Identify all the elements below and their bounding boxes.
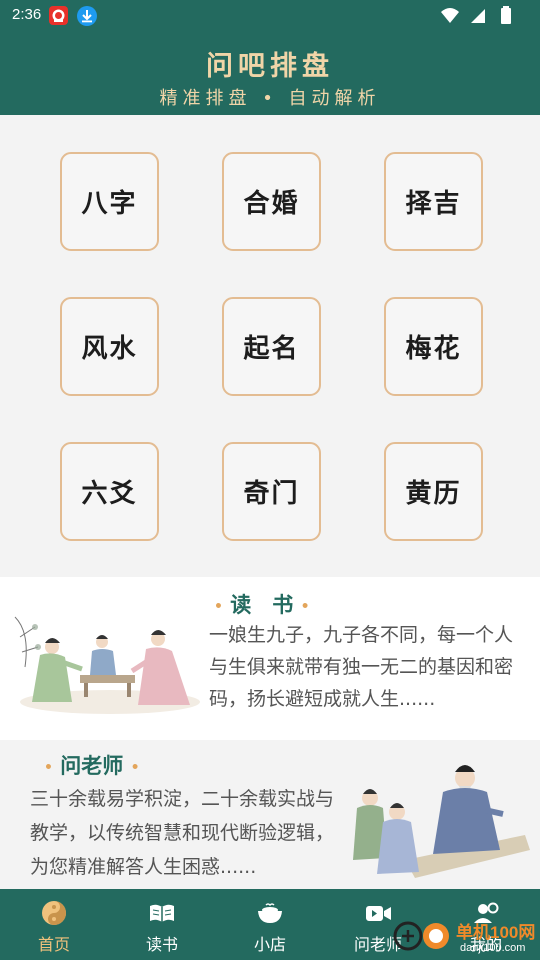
tile-label: 风水 [81,334,138,364]
yin-yang-icon [42,901,66,925]
tile-label: 六爻 [81,479,138,509]
read-description: 一娘生九子，九子各不同，每一个人与生俱来就带有独一无二的基因和密码，扬长避短成就… [209,624,514,710]
status-bar: 2:36 [0,0,540,32]
app-header: 问吧排盘 精准排盘 • 自动解析 [0,32,540,115]
battery-icon [501,6,511,24]
tile-label: 起名 [243,334,300,364]
video-camera-icon [366,906,391,921]
nav-label: 首页 [37,935,70,954]
download-icon [77,6,97,26]
watermark-logo-icon [393,921,449,951]
tile-huangli[interactable]: 黄历 [384,442,483,541]
read-heading: • 读 书 • [214,592,310,617]
signal-icon [470,9,485,23]
nav-read[interactable]: 读书 [108,889,216,960]
read-heading-text: 读 书 [230,592,294,617]
tile-label: 合婚 [243,189,300,219]
watermark-sub: danji100.com [460,942,526,954]
bowl-icon [258,903,282,923]
watermark-text: 单机100网 [456,923,536,942]
tile-label: 八字 [81,189,138,219]
tile-qimen[interactable]: 奇门 [222,442,321,541]
teacher-illustration [353,765,530,878]
scholars-illustration [14,616,200,714]
tile-meihua[interactable]: 梅花 [384,297,483,396]
tile-qiming[interactable]: 起名 [222,297,321,396]
tile-liuyao[interactable]: 六爻 [60,442,159,541]
watermark: 单机100网 danji100.com [392,912,540,960]
tile-bazi[interactable]: 八字 [60,152,159,251]
app-notification-icon [49,6,68,25]
open-book-icon [150,904,174,922]
nav-label: 小店 [253,935,286,954]
teacher-heading: • 问老师 • [44,753,140,778]
system-icons [440,6,512,26]
tile-hehun[interactable]: 合婚 [222,152,321,251]
tile-label: 奇门 [243,479,300,509]
nav-label: 读书 [145,935,178,954]
status-time: 2:36 [12,6,42,23]
tile-fengshui[interactable]: 风水 [60,297,159,396]
nav-shop[interactable]: 小店 [216,889,324,960]
app-subtitle: 精准排盘 • 自动解析 [159,88,381,109]
tile-zeji[interactable]: 择吉 [384,152,483,251]
teacher-heading-text: 问老师 [60,753,124,778]
feature-grid: 八字 合婚 择吉 风水 起名 梅花 六爻 奇门 黄历 [0,115,540,577]
wifi-icon [440,8,459,23]
nav-home[interactable]: 首页 [0,889,108,960]
app-title: 问吧排盘 [206,51,334,82]
teacher-description: 三十余载易学积淀，二十余载实战与教学，以传统智慧和现代断验逻辑，为您精准解答人生… [30,788,335,878]
tile-label: 黄历 [405,479,462,509]
teacher-card[interactable]: • 问老师 • 三十余载易学积淀，二十余载实战与教学，以传统智慧和现代断验逻辑，… [0,740,540,889]
read-card[interactable]: • 读 书 • 一娘生九子，九子各不同，每一个人与生俱来就带有独一无二的基因和密… [0,577,540,740]
tile-label: 梅花 [405,334,462,364]
tile-label: 择吉 [405,189,462,219]
